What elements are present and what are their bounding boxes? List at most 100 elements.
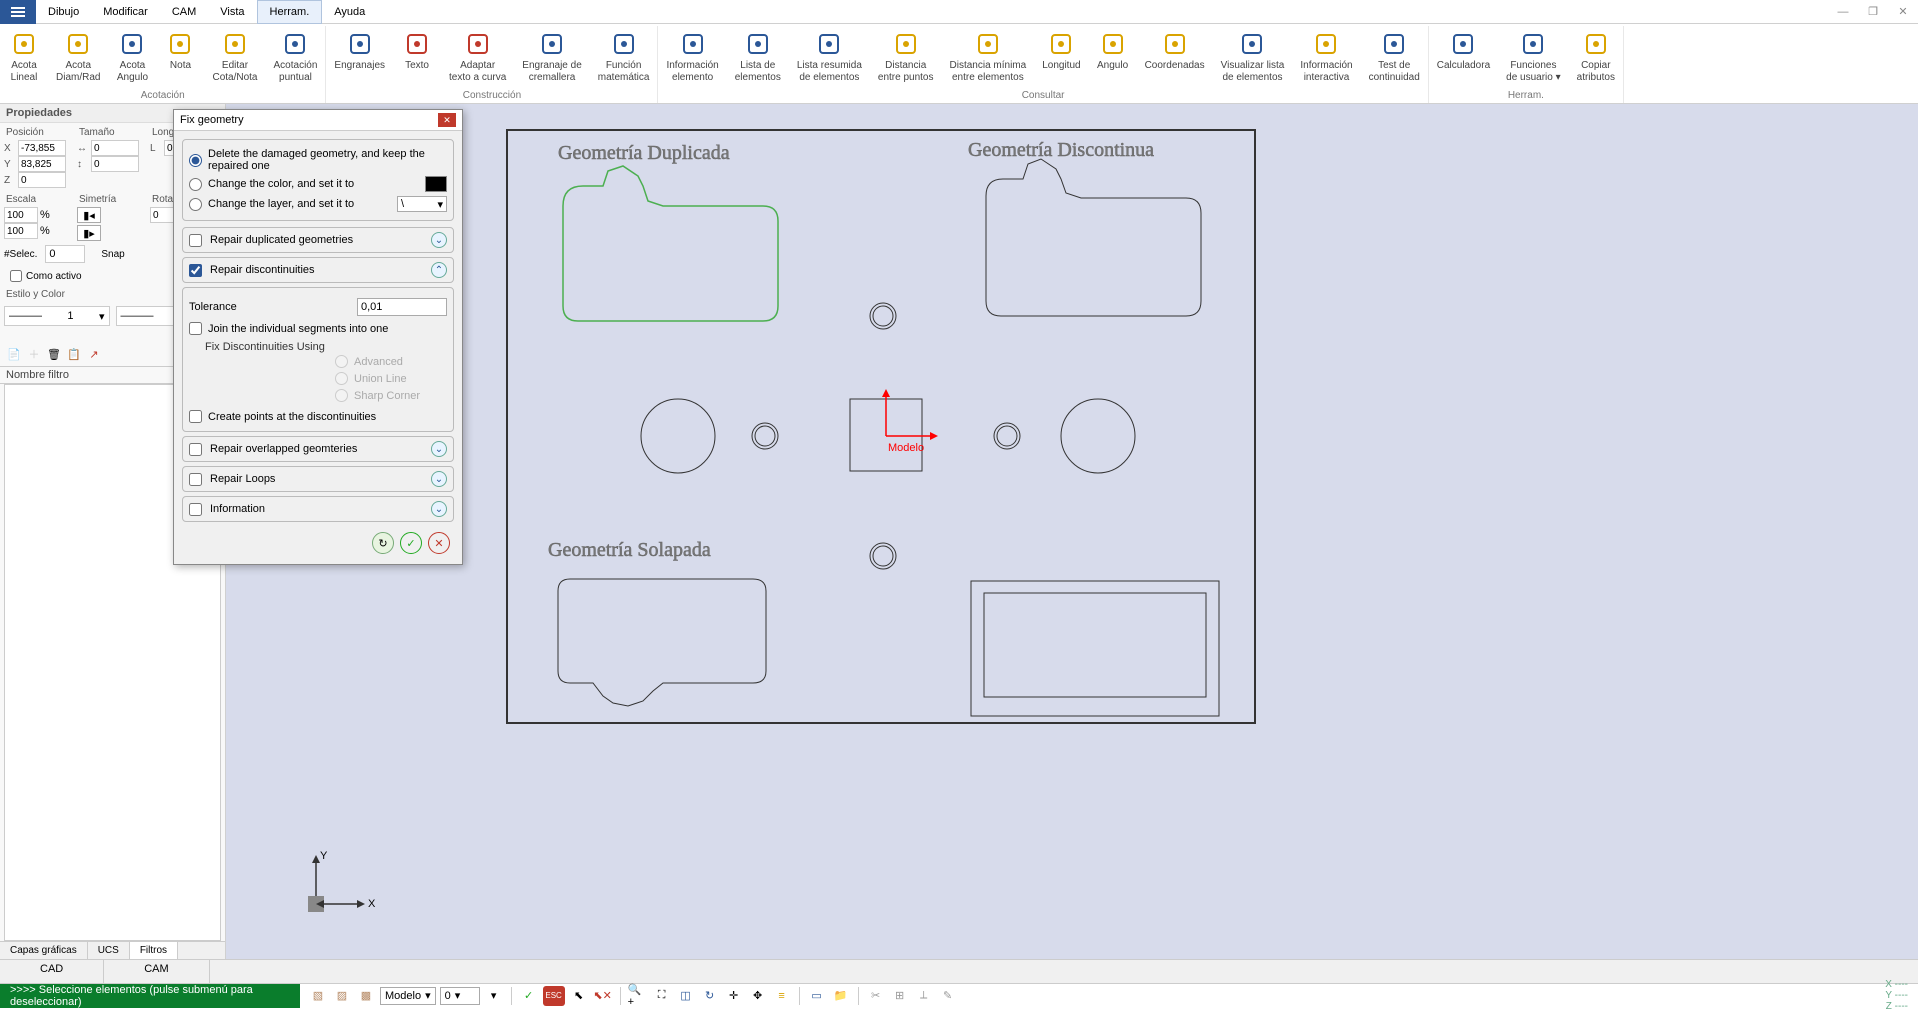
refresh-button[interactable]: ↻ — [372, 532, 394, 554]
check-icon[interactable]: ✓ — [519, 986, 539, 1006]
menu-modificar[interactable]: Modificar — [91, 0, 160, 24]
cancel-button[interactable]: ✕ — [428, 532, 450, 554]
dialog-close-button[interactable]: ✕ — [438, 113, 456, 127]
accept-button[interactable]: ✓ — [400, 532, 422, 554]
opt-layer-radio[interactable] — [189, 198, 202, 211]
informacion-elemento-button[interactable]: Informaciónelemento — [658, 26, 726, 89]
lp-tab-capas-gráficas[interactable]: Capas gráficas — [0, 942, 88, 959]
nota-button[interactable]: Nota — [156, 26, 204, 89]
model-number-select[interactable]: 0▾ — [440, 987, 480, 1005]
editar-cota-nota-button[interactable]: EditarCota/Nota — [204, 26, 265, 89]
mode-tab-cam[interactable]: CAM — [104, 960, 209, 983]
layer-tool-1-icon[interactable]: ▧ — [308, 986, 328, 1006]
escala1-input[interactable] — [4, 207, 38, 223]
rotate-icon[interactable]: ↻ — [700, 986, 720, 1006]
close-window-button[interactable]: ✕ — [1888, 0, 1918, 24]
cube-icon[interactable]: ◫ — [676, 986, 696, 1006]
layer-select[interactable]: \▾ — [397, 196, 447, 212]
opt-delete-radio[interactable] — [189, 154, 202, 167]
nselec-input[interactable] — [45, 245, 85, 263]
create-points-checkbox[interactable] — [189, 410, 202, 423]
engranaje-cremallera-button[interactable]: Engranaje decremallera — [514, 26, 590, 89]
distancia-minima-elementos-button[interactable]: Distancia mínimaentre elementos — [942, 26, 1035, 89]
restore-button[interactable]: ❐ — [1858, 0, 1888, 24]
pos-y-input[interactable] — [18, 156, 66, 172]
cursor-x-icon[interactable]: ⬉✕ — [593, 986, 613, 1006]
size-h-input[interactable] — [91, 140, 139, 156]
select-tool-icon[interactable]: ▭ — [807, 986, 827, 1006]
loops-expand-icon[interactable]: ⌄ — [431, 471, 447, 487]
escala2-input[interactable] — [4, 223, 38, 239]
menu-dibujo[interactable]: Dibujo — [36, 0, 91, 24]
pen-icon[interactable]: ✎ — [938, 986, 958, 1006]
color-swatch[interactable] — [425, 176, 447, 192]
pos-x-input[interactable] — [18, 140, 66, 156]
adaptar-texto-curva-button[interactable]: Adaptartexto a curva — [441, 26, 514, 89]
layer-tool-2-icon[interactable]: ▨ — [332, 986, 352, 1006]
scissors-icon[interactable]: ✂ — [866, 986, 886, 1006]
lp-tab-filtros[interactable]: Filtros — [130, 942, 178, 959]
export-filter-icon[interactable]: ↗ — [86, 346, 102, 362]
angulo-tool-button[interactable]: Angulo — [1089, 26, 1137, 89]
menu-vista[interactable]: Vista — [208, 0, 256, 24]
esc-icon[interactable]: ESC — [543, 986, 565, 1006]
info-checkbox[interactable] — [189, 503, 202, 516]
overlapped-checkbox[interactable] — [189, 443, 202, 456]
informacion-interactiva-button[interactable]: Informacióninteractiva — [1292, 26, 1360, 89]
zoom-in-icon[interactable]: 🔍+ — [628, 986, 648, 1006]
add-filter-icon[interactable]: ＋ — [26, 346, 42, 362]
cursor-icon[interactable]: ⬉ — [569, 986, 589, 1006]
lp-tab-ucs[interactable]: UCS — [88, 942, 130, 959]
model-select[interactable]: Modelo▾ — [380, 987, 436, 1005]
duplicated-checkbox[interactable] — [189, 234, 202, 247]
minimize-button[interactable]: — — [1828, 0, 1858, 24]
pan-icon[interactable]: ✥ — [748, 986, 768, 1006]
como-activo-checkbox[interactable] — [10, 270, 22, 282]
delete-filter-icon[interactable]: 🗑 — [46, 346, 62, 362]
app-menu-icon[interactable] — [0, 0, 36, 24]
acota-lineal-button[interactable]: AcotaLineal — [0, 26, 48, 89]
visualizar-lista-elementos-button[interactable]: Visualizar listade elementos — [1213, 26, 1293, 89]
folder-tool-icon[interactable]: 📁 — [831, 986, 851, 1006]
discont-collapse-icon[interactable]: ⌃ — [431, 262, 447, 278]
mirror-h-icon[interactable]: ▮◂ — [77, 207, 101, 223]
overlapped-expand-icon[interactable]: ⌄ — [431, 441, 447, 457]
duplicated-expand-icon[interactable]: ⌄ — [431, 232, 447, 248]
acota-angulo-button[interactable]: AcotaAngulo — [108, 26, 156, 89]
center-icon[interactable]: ✛ — [724, 986, 744, 1006]
menu-ayuda[interactable]: Ayuda — [322, 0, 377, 24]
coordenadas-button[interactable]: Coordenadas — [1137, 26, 1213, 89]
line-style-select[interactable]: ———1▾ — [4, 306, 110, 326]
funciones-usuario-button[interactable]: Funcionesde usuario ▾ — [1498, 26, 1569, 89]
size-v-input[interactable] — [91, 156, 139, 172]
dropdown-icon[interactable]: ▾ — [484, 986, 504, 1006]
menu-herram[interactable]: Herram. — [257, 0, 323, 24]
network-icon[interactable]: ⊞ — [890, 986, 910, 1006]
zoom-fit-icon[interactable]: ⛶ — [652, 986, 672, 1006]
copiar-atributos-button[interactable]: Copiaratributos — [1569, 26, 1623, 89]
funcion-matematica-button[interactable]: Funciónmatemática — [590, 26, 658, 89]
lista-elementos-button[interactable]: Lista deelementos — [727, 26, 789, 89]
pos-z-input[interactable] — [18, 172, 66, 188]
lista-resumida-button[interactable]: Lista resumidade elementos — [789, 26, 870, 89]
opt-color-radio[interactable] — [189, 178, 202, 191]
menu-cam[interactable]: CAM — [160, 0, 208, 24]
acota-diam-rad-button[interactable]: AcotaDiam/Rad — [48, 26, 108, 89]
tolerance-input[interactable] — [357, 298, 447, 316]
texto-button[interactable]: Texto — [393, 26, 441, 89]
longitud-button[interactable]: Longitud — [1034, 26, 1088, 89]
join-checkbox[interactable] — [189, 322, 202, 335]
calculadora-button[interactable]: Calculadora — [1429, 26, 1498, 89]
angle-icon[interactable]: ⟂ — [914, 986, 934, 1006]
new-filter-icon[interactable]: 📄 — [6, 346, 22, 362]
canvas[interactable]: Geometría Duplicada Geometría Discontinu… — [226, 104, 1918, 959]
test-continuidad-button[interactable]: Test decontinuidad — [1361, 26, 1428, 89]
distancia-entre-puntos-button[interactable]: Distanciaentre puntos — [870, 26, 942, 89]
info-expand-icon[interactable]: ⌄ — [431, 501, 447, 517]
mirror-v-icon[interactable]: ▮▸ — [77, 225, 101, 241]
layer-tool-3-icon[interactable]: ▩ — [356, 986, 376, 1006]
layers-icon[interactable]: ≡ — [772, 986, 792, 1006]
loops-checkbox[interactable] — [189, 473, 202, 486]
discont-checkbox[interactable] — [189, 264, 202, 277]
engranajes-button[interactable]: Engranajes — [326, 26, 393, 89]
